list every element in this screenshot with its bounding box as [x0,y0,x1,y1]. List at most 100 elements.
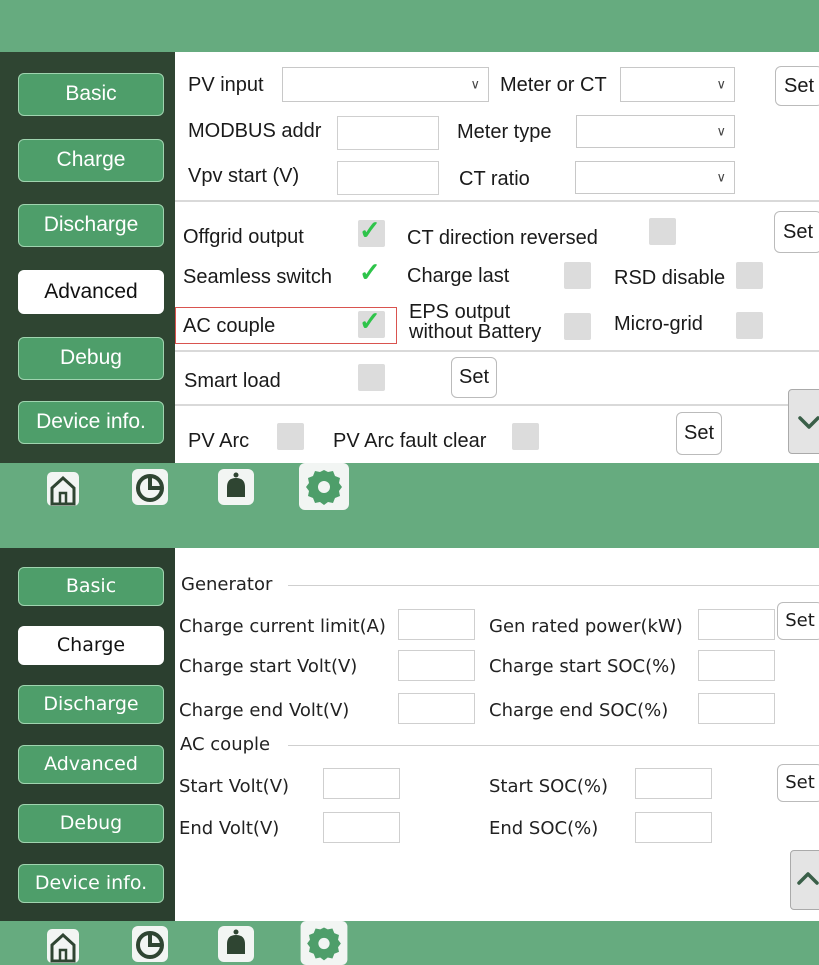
set-button-section3[interactable]: Set [451,357,497,398]
end-soc-input[interactable] [635,812,712,843]
sidebar-item-device-info[interactable]: Device info. [18,401,164,444]
pv-arc-fault-clear-label: PV Arc fault clear [333,430,487,452]
pv-arc-checkbox[interactable] [277,423,304,450]
scroll-up-button[interactable] [790,850,819,910]
eps-output-checkbox[interactable] [564,313,591,340]
bottom-nav-bar [0,921,819,965]
charge-end-volt-input[interactable] [398,693,475,724]
header-bar [0,0,819,52]
sidebar-item-basic[interactable]: Basic [18,567,164,606]
set-button-ac-couple[interactable]: Set [777,764,819,802]
gen-rated-power-input[interactable] [698,609,775,640]
seamless-switch-checkbox[interactable]: ✓ [358,257,385,289]
divider [175,404,819,406]
checkmark-icon: ✓ [359,257,381,287]
charge-end-soc-input[interactable] [698,693,775,724]
checkmark-icon: ✓ [359,306,381,336]
pv-arc-label: PV Arc [188,430,250,452]
charge-start-volt-input[interactable] [398,650,475,681]
sidebar-item-basic[interactable]: Basic [18,73,164,116]
ct-direction-reversed-checkbox[interactable] [649,218,676,245]
sidebar-item-charge[interactable]: Charge [18,139,164,182]
header-bar [0,510,819,548]
bell-icon[interactable] [216,924,256,964]
charge-start-soc-label: Charge start SOC(%) [489,656,677,677]
sidebar-item-discharge[interactable]: Discharge [18,204,164,247]
checkmark-icon: ✓ [359,215,381,245]
ac-couple-section-title: AC couple [180,734,271,755]
charge-start-volt-label: Charge start Volt(V) [179,656,358,677]
vpv-start-input[interactable] [337,161,439,195]
sidebar-item-debug[interactable]: Debug [18,337,164,380]
bell-icon[interactable] [216,467,256,507]
start-soc-input[interactable] [635,768,712,799]
smart-load-checkbox[interactable] [358,364,385,391]
divider [175,200,819,202]
eps-output-label-line2: without Battery [409,321,542,343]
home-icon[interactable] [46,471,80,507]
chart-icon[interactable] [130,467,170,507]
charge-last-checkbox[interactable] [564,262,591,289]
ct-ratio-label: CT ratio [459,168,530,190]
settings-icon[interactable] [298,921,350,965]
chevron-down-icon [798,416,819,429]
gen-rated-power-label: Gen rated power(kW) [489,616,683,637]
sidebar-item-advanced[interactable]: Advanced [18,270,164,314]
sidebar-item-discharge[interactable]: Discharge [18,685,164,724]
chevron-down-icon: ∨ [716,76,726,92]
pv-arc-fault-clear-checkbox[interactable] [512,423,539,450]
ac-couple-checkbox[interactable]: ✓ [358,306,385,338]
vpv-start-label: Vpv start (V) [188,165,300,187]
end-soc-label: End SOC(%) [489,818,599,839]
offgrid-output-label: Offgrid output [183,226,304,248]
rsd-disable-checkbox[interactable] [736,262,763,289]
offgrid-output-checkbox[interactable]: ✓ [358,215,385,247]
end-volt-input[interactable] [323,812,400,843]
ac-couple-label: AC couple [183,315,276,337]
chevron-down-icon: ∨ [470,76,480,92]
charge-last-label: Charge last [407,265,510,287]
home-icon[interactable] [46,928,80,964]
divider [175,350,819,352]
smart-load-label: Smart load [184,370,281,392]
micro-grid-checkbox[interactable] [736,312,763,339]
charge-end-volt-label: Charge end Volt(V) [179,700,350,721]
set-button-section1[interactable]: Set [775,66,819,106]
section-divider [288,745,819,746]
charge-start-soc-input[interactable] [698,650,775,681]
settings-icon[interactable] [298,463,350,510]
eps-output-label: EPS output without Battery [409,302,541,342]
ct-ratio-select[interactable]: ∨ [575,161,735,194]
charge-settings-panel: Basic Charge Discharge Advanced Debug De… [0,510,819,965]
rsd-disable-label: RSD disable [614,267,726,289]
chart-icon[interactable] [130,924,170,964]
start-soc-label: Start SOC(%) [489,776,609,797]
charge-current-limit-input[interactable] [398,609,475,640]
section-divider [288,585,819,586]
bottom-nav-bar [0,463,819,510]
meter-or-ct-label: Meter or CT [500,74,607,96]
charge-current-limit-label: Charge current limit(A) [179,616,386,637]
eps-output-label-line1: EPS output [409,301,511,323]
set-button-section2[interactable]: Set [774,211,819,253]
chevron-up-icon [797,872,819,885]
end-volt-label: End Volt(V) [179,818,280,839]
seamless-switch-label: Seamless switch [183,266,332,288]
sidebar-item-device-info[interactable]: Device info. [18,864,164,903]
modbus-addr-input[interactable] [337,116,439,150]
start-volt-label: Start Volt(V) [179,776,290,797]
scroll-down-button[interactable] [788,389,819,454]
micro-grid-label: Micro-grid [614,313,703,335]
generator-section-title: Generator [181,574,273,595]
meter-or-ct-select[interactable]: ∨ [620,67,735,102]
sidebar-item-advanced[interactable]: Advanced [18,745,164,784]
sidebar-item-debug[interactable]: Debug [18,804,164,843]
meter-type-label: Meter type [457,121,552,143]
sidebar-item-charge[interactable]: Charge [18,626,164,665]
start-volt-input[interactable] [323,768,400,799]
set-button-generator[interactable]: Set [777,602,819,640]
chevron-down-icon: ∨ [716,169,726,185]
set-button-section4[interactable]: Set [676,412,722,455]
meter-type-select[interactable]: ∨ [576,115,735,148]
pv-input-select[interactable]: ∨ [282,67,489,102]
